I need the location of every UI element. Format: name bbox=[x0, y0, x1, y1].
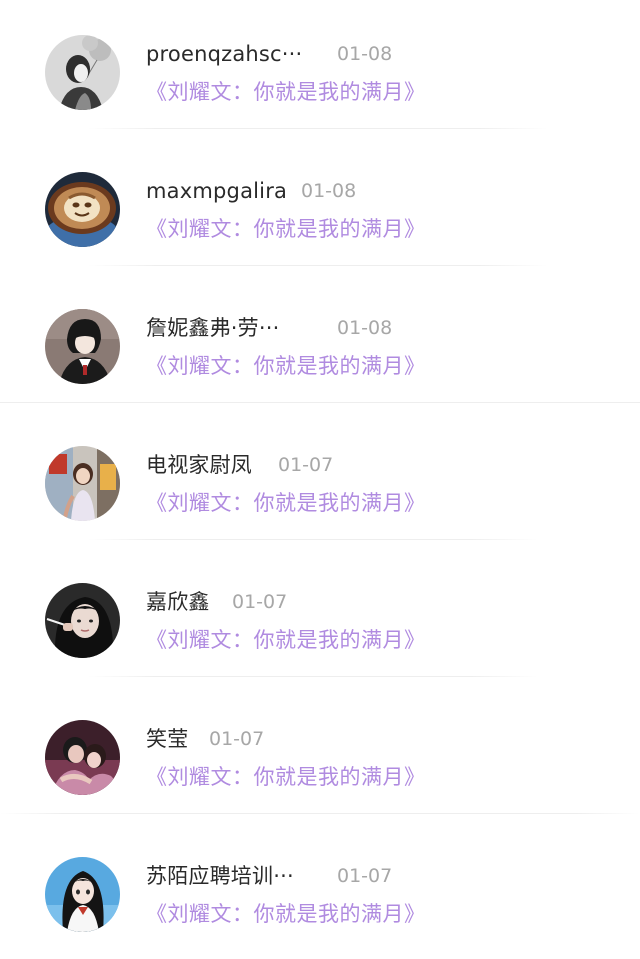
divider bbox=[0, 813, 640, 814]
divider bbox=[0, 402, 640, 403]
avatar[interactable] bbox=[45, 446, 120, 521]
list-item[interactable]: 詹妮鑫弗·劳··· 01-08 《刘耀文：你就是我的满月》 bbox=[0, 274, 640, 411]
date-label: 01-07 bbox=[278, 454, 334, 476]
avatar[interactable] bbox=[45, 857, 120, 932]
song-link[interactable]: 《刘耀文：你就是我的满月》 bbox=[146, 215, 426, 243]
user-name[interactable]: 笑莹 bbox=[146, 725, 188, 753]
song-link[interactable]: 《刘耀文：你就是我的满月》 bbox=[146, 489, 426, 517]
divider bbox=[88, 676, 538, 677]
date-label: 01-07 bbox=[232, 591, 288, 613]
list-item[interactable]: 电视家尉凤 01-07 《刘耀文：你就是我的满月》 bbox=[0, 411, 640, 548]
avatar[interactable] bbox=[45, 309, 120, 384]
notification-list: proenqzahsc··· 01-08 《刘耀文：你就是我的满月》 maxmp… bbox=[0, 0, 640, 948]
date-label: 01-08 bbox=[301, 180, 357, 202]
avatar[interactable] bbox=[45, 720, 120, 795]
user-name[interactable]: 电视家尉凤 bbox=[146, 451, 252, 479]
song-link[interactable]: 《刘耀文：你就是我的满月》 bbox=[146, 78, 426, 106]
user-name[interactable]: proenqzahsc··· bbox=[146, 40, 302, 68]
user-name[interactable]: 苏陌应聘培训··· bbox=[146, 862, 294, 890]
list-item[interactable]: 苏陌应聘培训··· 01-07 《刘耀文：你就是我的满月》 bbox=[0, 822, 640, 959]
avatar[interactable] bbox=[45, 172, 120, 247]
user-name[interactable]: maxmpgalira bbox=[146, 177, 287, 205]
list-item[interactable]: 笑莹 01-07 《刘耀文：你就是我的满月》 bbox=[0, 685, 640, 822]
list-item[interactable]: 嘉欣鑫 01-07 《刘耀文：你就是我的满月》 bbox=[0, 548, 640, 685]
list-item[interactable]: proenqzahsc··· 01-08 《刘耀文：你就是我的满月》 bbox=[0, 0, 640, 137]
date-label: 01-07 bbox=[209, 728, 265, 750]
list-item[interactable]: maxmpgalira 01-08 《刘耀文：你就是我的满月》 bbox=[0, 137, 640, 274]
user-name[interactable]: 嘉欣鑫 bbox=[146, 588, 210, 616]
song-link[interactable]: 《刘耀文：你就是我的满月》 bbox=[146, 900, 426, 928]
date-label: 01-08 bbox=[337, 317, 393, 339]
divider bbox=[88, 265, 548, 266]
song-link[interactable]: 《刘耀文：你就是我的满月》 bbox=[146, 626, 426, 654]
user-name[interactable]: 詹妮鑫弗·劳··· bbox=[146, 314, 280, 342]
divider bbox=[88, 539, 538, 540]
divider bbox=[88, 128, 548, 129]
date-label: 01-07 bbox=[337, 865, 393, 887]
avatar[interactable] bbox=[45, 583, 120, 658]
song-link[interactable]: 《刘耀文：你就是我的满月》 bbox=[146, 352, 426, 380]
avatar[interactable] bbox=[45, 35, 120, 110]
date-label: 01-08 bbox=[337, 43, 393, 65]
song-link[interactable]: 《刘耀文：你就是我的满月》 bbox=[146, 763, 426, 791]
